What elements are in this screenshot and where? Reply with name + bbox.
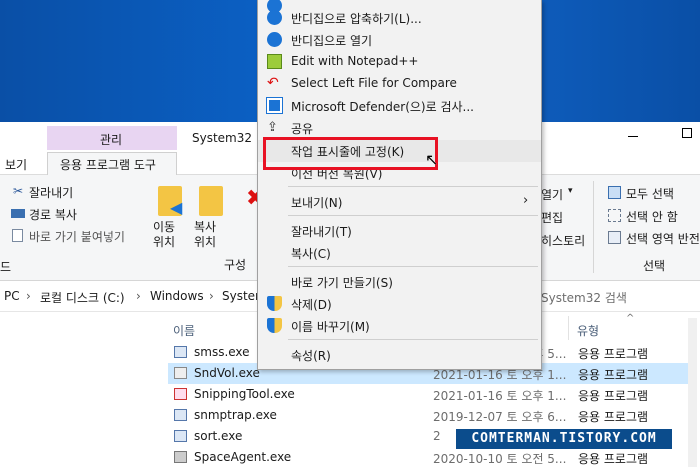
paste-shortcut-button[interactable]: 바로 가기 붙여넣기 — [29, 228, 125, 245]
menu-item-cut[interactable]: 잘라내기(T) — [258, 220, 541, 242]
file-date: 2019-12-07 토 오후 6... — [433, 410, 567, 424]
scissors-file-icon — [174, 388, 187, 400]
table-row[interactable]: SpaceAgent.exe 2020-10-10 토 오전 5... 응용 프… — [168, 447, 688, 468]
ribbon-divider — [593, 181, 594, 273]
menu-item-delete[interactable]: 삭제(D) — [258, 293, 541, 315]
window-title: System32 — [192, 131, 253, 145]
select-all-button[interactable]: 모두 선택 — [626, 185, 674, 202]
menu-item-send-to[interactable]: 보내기(N) › — [258, 191, 541, 213]
share-icon: ⇪ — [267, 120, 278, 135]
menu-item-create-shortcut[interactable]: 바로 가기 만들기(S) — [258, 271, 541, 293]
table-row[interactable]: SnippingTool.exe 2021-01-16 토 오후 1... 응용… — [168, 384, 688, 405]
menu-item-bandizip-compress[interactable]: 반디집으로 압축하기(L)... — [258, 7, 541, 29]
group-clipboard-label: 드 — [0, 260, 12, 274]
bandizip-icon — [267, 10, 282, 25]
maximize-icon[interactable] — [682, 128, 692, 138]
file-type: 응용 프로그램 — [578, 452, 649, 466]
breadcrumb-chevron-icon: › — [209, 289, 214, 303]
column-divider — [568, 316, 569, 340]
file-name: SnippingTool.exe — [194, 387, 295, 401]
menu-separator — [288, 339, 538, 340]
menu-item-share[interactable]: ⇪ 공유 — [258, 117, 541, 139]
group-organize-label: 구성 — [224, 258, 247, 272]
manage-context-label: 관리 — [100, 133, 123, 147]
sort-chevron-icon: ^ — [626, 313, 635, 324]
watermark: COMTERMAN.TISTORY.COM — [456, 429, 672, 449]
highlight-box — [263, 137, 438, 170]
column-header-type[interactable]: 유형 — [577, 322, 599, 339]
exe-file-icon — [174, 346, 187, 358]
history-button[interactable]: 히스토리 — [541, 232, 585, 249]
menu-separator — [288, 186, 538, 187]
notepadpp-icon — [267, 54, 282, 69]
breadcrumb-pc[interactable]: PC — [4, 289, 20, 303]
menu-item-bandizip-open[interactable]: 반디집으로 열기 — [258, 29, 541, 51]
menu-item-properties[interactable]: 속성(R) — [258, 344, 541, 366]
select-none-button[interactable]: 선택 안 함 — [626, 208, 678, 225]
breadcrumb-drive[interactable]: 로컬 디스크 (C:) — [40, 289, 125, 306]
breadcrumb-chevron-icon: › — [26, 289, 31, 303]
paste-shortcut-icon — [12, 229, 23, 242]
menu-item-rename[interactable]: 이름 바꾸기(M) — [258, 315, 541, 337]
menu-separator — [288, 215, 538, 216]
file-name: smss.exe — [194, 345, 250, 359]
speaker-file-icon — [174, 367, 187, 379]
file-type: 응용 프로그램 — [578, 347, 649, 361]
file-name: sort.exe — [194, 429, 243, 443]
column-header-name[interactable]: 이름 — [173, 322, 195, 339]
defender-icon — [266, 97, 283, 114]
cut-button[interactable]: 잘라내기 — [29, 184, 73, 201]
disk-file-icon — [174, 451, 187, 463]
file-type: 응용 프로그램 — [578, 410, 649, 424]
exe-file-icon — [174, 409, 187, 421]
submenu-arrow-icon: › — [523, 193, 529, 208]
uac-shield-icon — [267, 296, 282, 311]
file-date: 2 — [433, 429, 441, 443]
file-date: 2021-01-16 토 오후 1... — [433, 389, 567, 403]
table-row[interactable]: snmptrap.exe 2019-12-07 토 오후 6... 응용 프로그… — [168, 405, 688, 426]
file-name: snmptrap.exe — [194, 408, 277, 422]
edit-button[interactable]: 편집 — [541, 209, 563, 226]
group-select-label: 선택 — [643, 259, 666, 273]
copy-to-folder-icon — [199, 186, 223, 216]
copy-path-icon — [11, 209, 25, 218]
scrollbar[interactable] — [688, 318, 697, 467]
menu-item-defender[interactable]: Microsoft Defender(으)로 검사... — [258, 95, 541, 117]
file-type: 응용 프로그램 — [578, 389, 649, 403]
invert-selection-button[interactable]: 선택 영역 반전 — [626, 230, 700, 247]
file-name: SndVol.exe — [194, 366, 260, 380]
move-arrow-icon: ◀ — [170, 198, 183, 217]
minimize-icon[interactable] — [628, 126, 638, 137]
context-menu: 반디집으로 압축하기(L)... 반디집으로 열기 Edit with Note… — [257, 0, 542, 370]
bandizip-icon — [267, 32, 282, 47]
scissors-icon: ✂ — [13, 184, 24, 198]
file-date: 2020-10-10 토 오전 5... — [433, 452, 567, 466]
exe-file-icon — [174, 430, 187, 442]
tab-view[interactable]: 보기 — [5, 156, 27, 173]
menu-separator — [288, 266, 538, 267]
move-to-button[interactable]: 이동 위치 — [153, 220, 175, 250]
menu-item-notepadpp[interactable]: Edit with Notepad++ — [258, 51, 541, 73]
breadcrumb-windows[interactable]: Windows — [150, 289, 204, 303]
search-placeholder: System32 검색 — [541, 291, 627, 305]
mouse-cursor-icon: ↖ — [425, 150, 439, 169]
copy-path-button[interactable]: 경로 복사 — [29, 206, 77, 223]
file-type: 응용 프로그램 — [578, 368, 649, 382]
copy-to-button[interactable]: 복사 위치 — [194, 220, 216, 250]
tab-app-tools-label: 응용 프로그램 도구 — [60, 158, 156, 172]
menu-item-compare[interactable]: ↶ Select Left File for Compare — [258, 73, 541, 95]
select-all-icon — [608, 186, 621, 199]
open-button[interactable]: 열기 — [541, 186, 563, 203]
invert-selection-icon — [608, 231, 621, 244]
menu-item-copy[interactable]: 복사(C) — [258, 242, 541, 264]
uac-shield-icon — [267, 318, 282, 333]
open-dropdown-icon[interactable]: ▾ — [568, 186, 573, 196]
file-name: SpaceAgent.exe — [194, 450, 292, 464]
breadcrumb-chevron-icon: › — [136, 289, 141, 303]
select-none-icon — [608, 209, 621, 222]
compare-arrow-icon: ↶ — [267, 75, 279, 91]
